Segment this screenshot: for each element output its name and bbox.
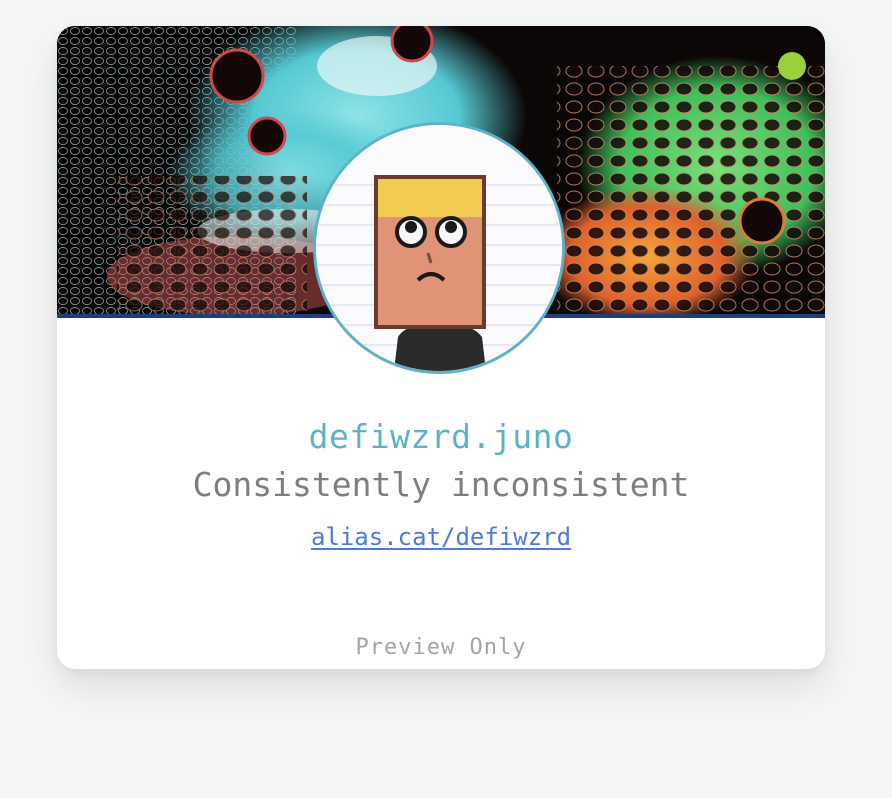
profile-handle: defiwzrd.juno	[308, 417, 574, 456]
avatar[interactable]	[313, 122, 565, 374]
profile-bio: Consistently inconsistent	[192, 465, 690, 504]
profile-link[interactable]: alias.cat/defiwzrd	[311, 523, 571, 551]
profile-card: defiwzrd.juno Consistently inconsistent …	[57, 26, 825, 669]
profile-link-wrapper: alias.cat/defiwzrd	[57, 520, 825, 554]
preview-only-label: Preview Only	[355, 635, 527, 660]
